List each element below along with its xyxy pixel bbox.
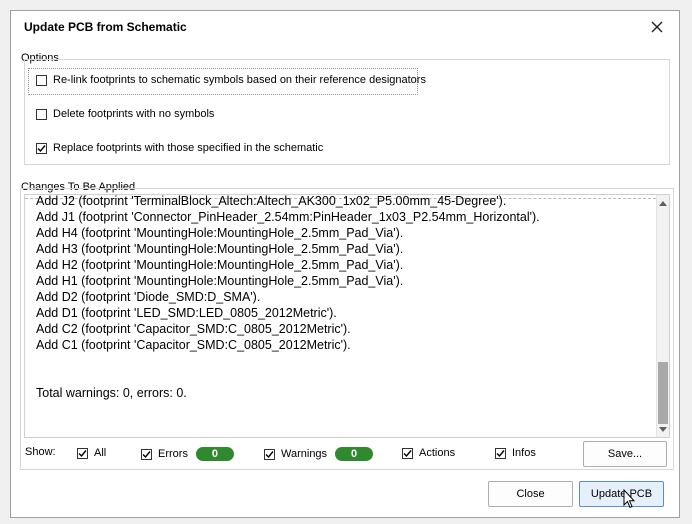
checkmark-icon (37, 144, 46, 152)
log-line: Add H1 (footprint 'MountingHole:Mounting… (36, 274, 404, 288)
actions-checkbox[interactable] (402, 447, 413, 459)
errors-count-badge: 0 (195, 447, 234, 461)
filter-warnings[interactable]: Warnings 0 (264, 447, 374, 461)
checkmark-icon (142, 450, 151, 458)
dialog-title: Update PCB from Schematic (24, 20, 187, 34)
log-line: Add C2 (footprint 'Capacitor_SMD:C_0805_… (36, 322, 351, 336)
checkmark-icon (403, 449, 412, 457)
log-line: Add H3 (footprint 'MountingHole:Mounting… (36, 242, 404, 256)
scroll-thumb[interactable] (658, 362, 668, 424)
errors-label: Errors (158, 448, 188, 460)
chevron-up-icon[interactable] (657, 197, 669, 209)
filter-infos[interactable]: Infos (495, 447, 536, 459)
delete-label: Delete footprints with no symbols (53, 108, 215, 120)
close-icon[interactable] (647, 17, 667, 37)
update-pcb-dialog: Update PCB from Schematic Options Re-lin… (10, 10, 680, 518)
errors-checkbox[interactable] (141, 448, 152, 460)
all-checkbox[interactable] (77, 447, 88, 459)
warnings-checkbox[interactable] (264, 448, 275, 460)
option-relink[interactable]: Re-link footprints to schematic symbols … (36, 72, 426, 88)
all-label: All (94, 447, 107, 459)
log-line: Add H2 (footprint 'MountingHole:Mounting… (36, 258, 404, 272)
changes-log[interactable]: Add J2 (footprint 'TerminalBlock_Altech:… (24, 194, 670, 438)
warnings-count-badge: 0 (335, 447, 374, 461)
option-delete[interactable]: Delete footprints with no symbols (36, 106, 214, 122)
option-replace[interactable]: Replace footprints with those specified … (36, 140, 323, 156)
replace-label: Replace footprints with those specified … (53, 142, 324, 154)
checkmark-icon (78, 449, 87, 457)
relink-checkbox[interactable] (36, 74, 47, 86)
log-line: Add D2 (footprint 'Diode_SMD:D_SMA'). (36, 290, 261, 304)
log-line: Add J2 (footprint 'TerminalBlock_Altech:… (36, 194, 507, 208)
log-line: Add J1 (footprint 'Connector_PinHeader_2… (36, 210, 540, 224)
relink-label: Re-link footprints to schematic symbols … (53, 74, 426, 86)
log-scrollbar[interactable] (656, 195, 669, 437)
filter-all[interactable]: All (77, 447, 106, 459)
update-pcb-button[interactable]: Update PCB (579, 481, 664, 507)
filter-bar: Show: All Errors 0 Warnings 0 Actions In… (24, 441, 670, 471)
checkmark-icon (496, 449, 505, 457)
chevron-down-icon[interactable] (657, 423, 669, 435)
close-button[interactable]: Close (488, 481, 573, 507)
mouse-pointer-icon (623, 488, 636, 514)
infos-checkbox[interactable] (495, 447, 506, 459)
log-line: Add C1 (footprint 'Capacitor_SMD:C_0805_… (36, 338, 351, 352)
log-line: Add H4 (footprint 'MountingHole:Mounting… (36, 226, 404, 240)
filter-errors[interactable]: Errors 0 (141, 447, 234, 461)
log-lines: Add J2 (footprint 'TerminalBlock_Altech:… (36, 194, 540, 401)
show-label: Show: (25, 446, 56, 458)
filter-actions[interactable]: Actions (402, 447, 455, 459)
warnings-label: Warnings (281, 448, 328, 460)
replace-checkbox[interactable] (36, 142, 47, 154)
infos-label: Infos (512, 447, 536, 459)
delete-checkbox[interactable] (36, 108, 47, 120)
actions-label: Actions (419, 447, 456, 459)
checkmark-icon (265, 450, 274, 458)
log-line: Add D1 (footprint 'LED_SMD:LED_0805_2012… (36, 306, 337, 320)
log-total: Total warnings: 0, errors: 0. (36, 386, 187, 400)
save-button[interactable]: Save... (583, 441, 667, 467)
